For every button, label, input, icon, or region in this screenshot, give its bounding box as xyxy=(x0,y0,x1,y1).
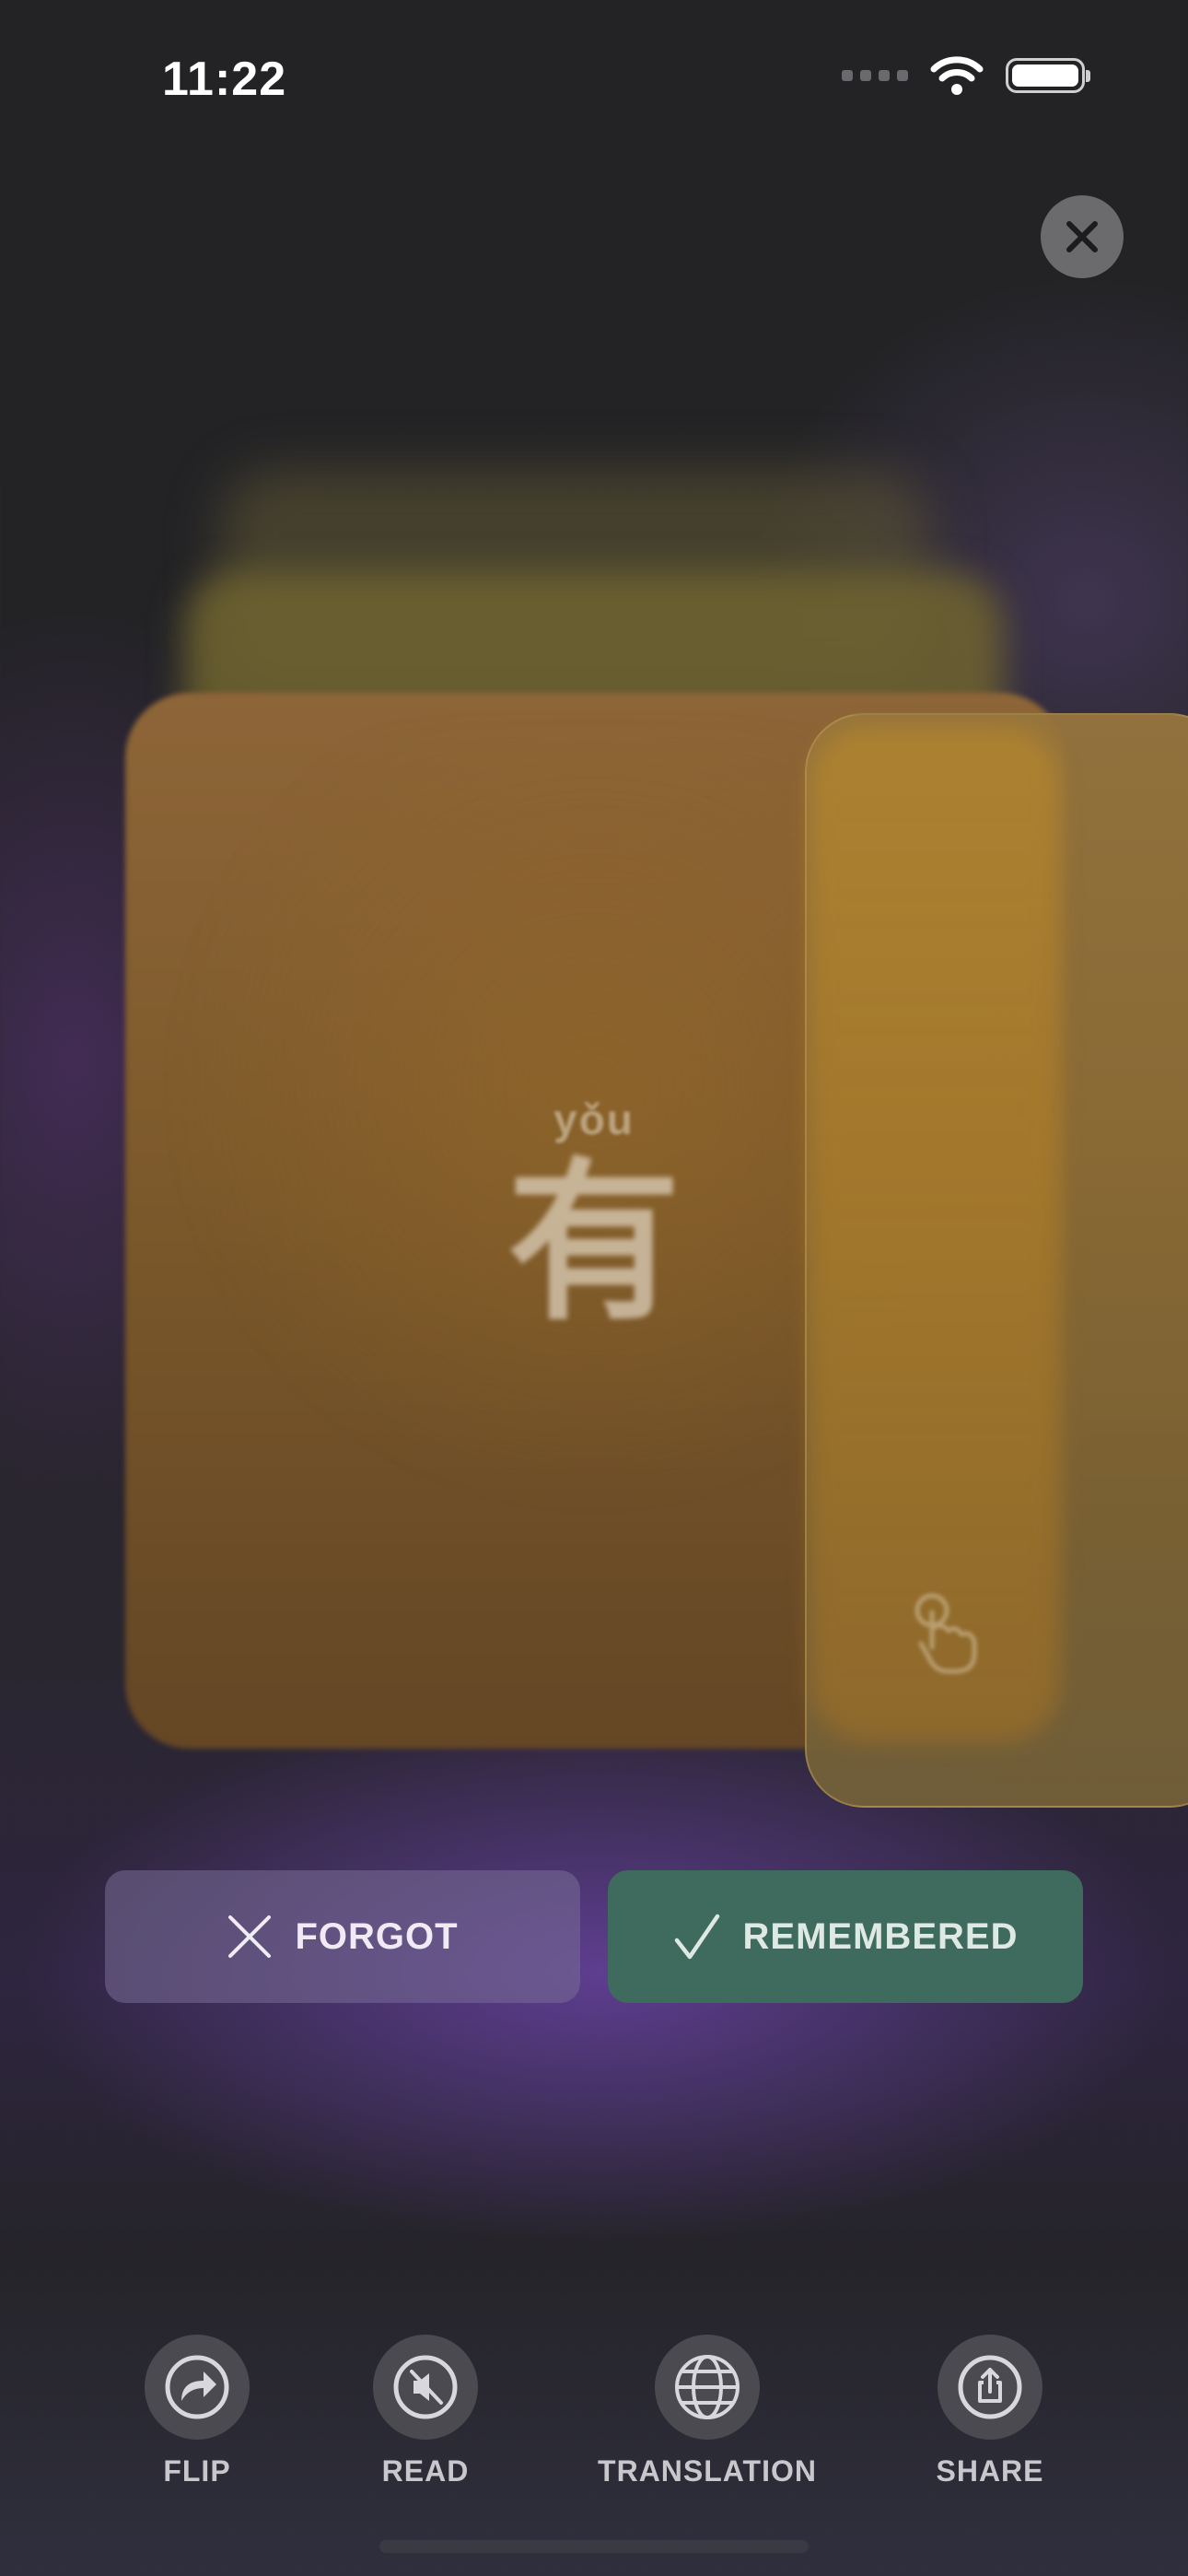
speaker-muted-icon xyxy=(393,2355,458,2419)
cellular-signal-icon xyxy=(842,70,908,81)
globe-icon xyxy=(675,2355,740,2419)
checkmark-icon xyxy=(674,1914,719,1960)
remembered-button[interactable]: REMEMBERED xyxy=(608,1870,1083,2003)
flip-arrow-icon xyxy=(165,2355,229,2419)
share-icon xyxy=(958,2355,1022,2419)
close-icon xyxy=(1066,221,1098,252)
flip-label: FLIP xyxy=(163,2454,231,2488)
tap-gesture-icon xyxy=(914,1593,977,1674)
status-icons xyxy=(842,55,1090,96)
status-time: 11:22 xyxy=(162,53,287,106)
translation-button[interactable]: TRANSLATION xyxy=(597,2335,818,2488)
read-button[interactable]: READ xyxy=(315,2335,536,2488)
share-button[interactable]: SHARE xyxy=(879,2335,1101,2488)
translation-circle xyxy=(655,2335,760,2440)
read-circle xyxy=(373,2335,478,2440)
flip-button[interactable]: FLIP xyxy=(87,2335,308,2488)
translation-label: TRANSLATION xyxy=(598,2454,817,2488)
read-label: READ xyxy=(381,2454,470,2488)
flip-circle xyxy=(145,2335,250,2440)
card-character: 有 xyxy=(507,1146,681,1340)
x-icon xyxy=(228,1915,272,1958)
battery-icon xyxy=(1006,58,1090,93)
forgot-button[interactable]: FORGOT xyxy=(105,1870,580,2003)
home-indicator[interactable] xyxy=(379,2540,809,2553)
share-circle xyxy=(938,2335,1042,2440)
card-pinyin: yǒu xyxy=(553,1095,635,1143)
close-button[interactable] xyxy=(1041,195,1124,278)
remembered-label: REMEMBERED xyxy=(742,1915,1019,1957)
wifi-icon xyxy=(930,56,984,95)
share-label: SHARE xyxy=(936,2454,1044,2488)
forgot-label: FORGOT xyxy=(295,1915,459,1957)
